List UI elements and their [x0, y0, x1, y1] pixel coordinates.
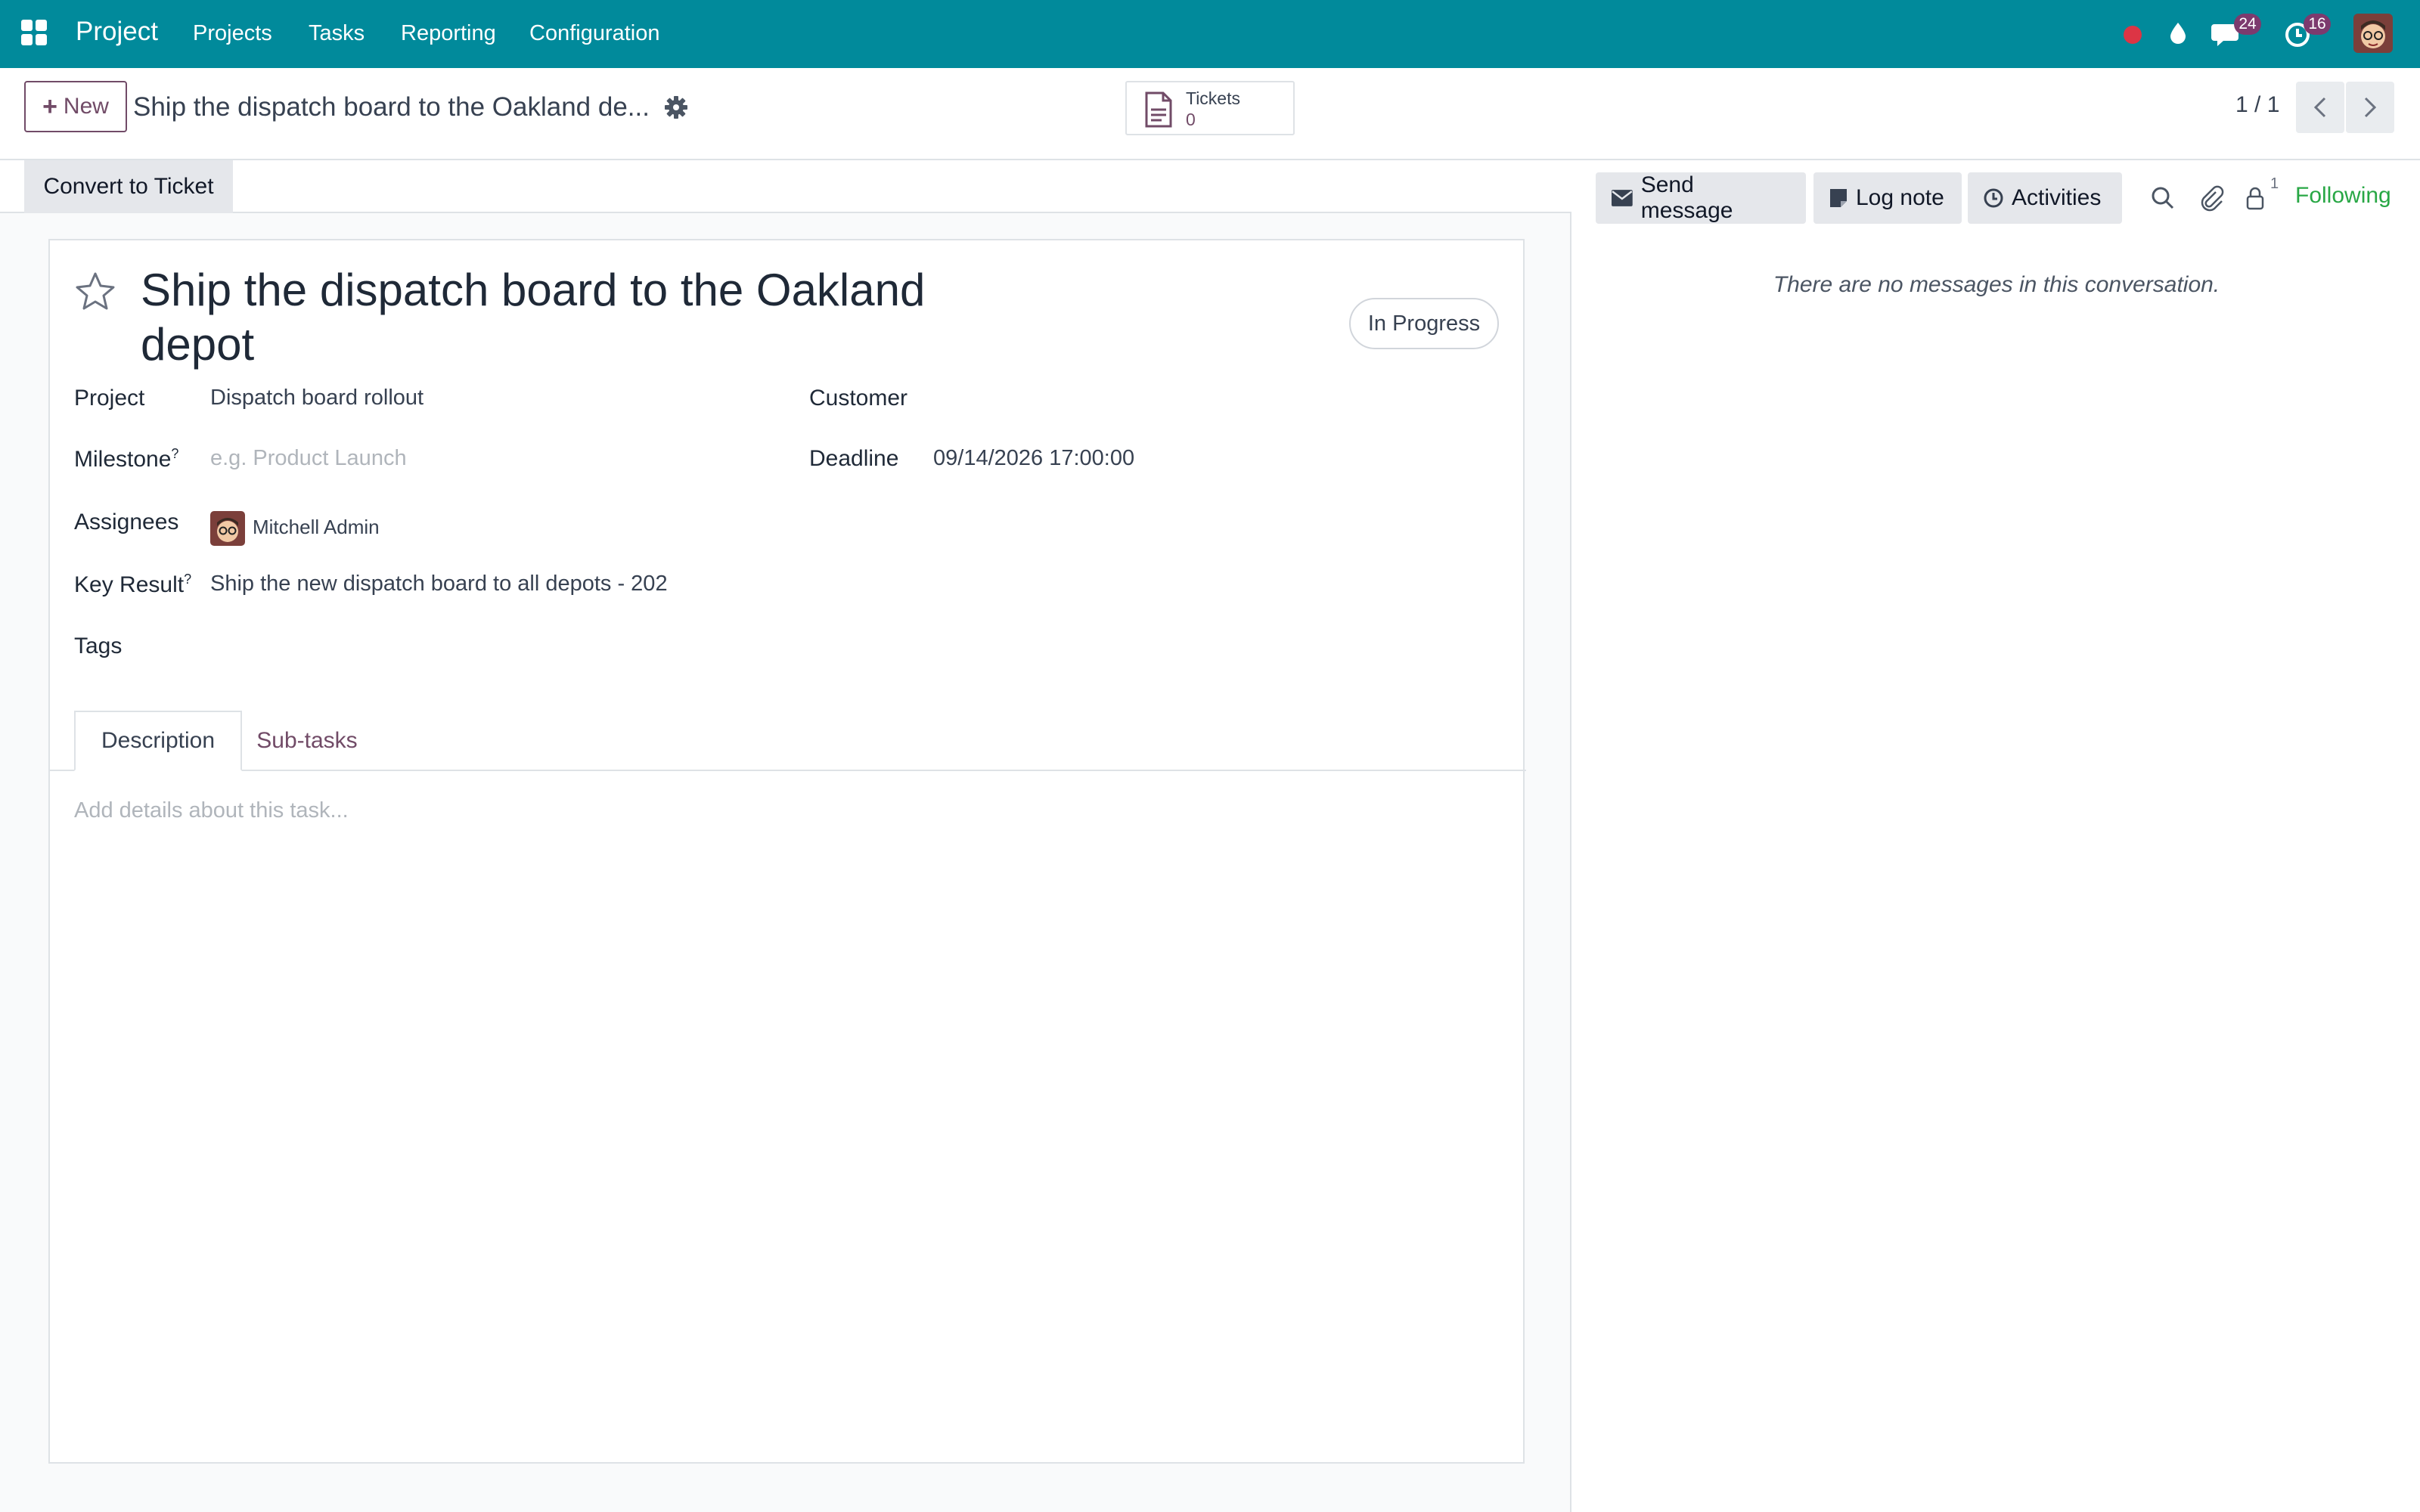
pager-value[interactable]: 1 / 1 — [2235, 92, 2279, 118]
clock-icon — [1984, 188, 2003, 208]
document-icon — [1143, 91, 1174, 132]
top-navbar: Project Projects Tasks Reporting Configu… — [0, 0, 2420, 68]
record-breadcrumb-title: Ship the dispatch board to the Oakland d… — [133, 92, 650, 122]
star-icon[interactable] — [73, 269, 118, 314]
menu-reporting[interactable]: Reporting — [401, 21, 496, 46]
note-icon — [1830, 189, 1847, 207]
messages-badge: 24 — [2234, 14, 2261, 35]
menu-projects[interactable]: Projects — [193, 21, 272, 46]
notebook-tabs: Description Sub-tasks — [50, 711, 1526, 771]
deadline-label: Deadline — [809, 446, 899, 471]
tickets-stat-value: 0 — [1186, 110, 1196, 129]
deadline-field[interactable]: 09/14/2026 17:00:00 — [933, 446, 1134, 471]
log-note-button[interactable]: Log note — [1813, 172, 1962, 224]
form-view: Convert to Ticket Ship the dispatch boar… — [0, 160, 1571, 1512]
convert-to-ticket-button[interactable]: Convert to Ticket — [24, 160, 233, 213]
send-message-label: Send message — [1640, 172, 1733, 223]
tickets-stat-label: Tickets — [1186, 88, 1240, 108]
follower-count: 1 — [2270, 175, 2279, 192]
follower-lock-icon[interactable] — [2242, 184, 2269, 212]
app-brand[interactable]: Project — [76, 17, 158, 47]
assignees-label: Assignees — [74, 510, 179, 534]
new-button-label: New — [63, 94, 109, 119]
new-button[interactable]: + New — [24, 81, 127, 132]
menu-tasks[interactable]: Tasks — [309, 21, 365, 46]
activities-badge: 16 — [2304, 14, 2331, 35]
project-field[interactable]: Dispatch board rollout — [210, 386, 424, 411]
milestone-input[interactable]: e.g. Product Launch — [210, 446, 407, 471]
chatter-panel: Send message Log note Activities 1 Follo… — [1573, 160, 2420, 1512]
chevron-right-icon — [2364, 97, 2377, 118]
task-title[interactable]: Ship the dispatch board to the Oakland d… — [141, 263, 973, 372]
key-result-field[interactable]: Ship the new dispatch board to all depot… — [210, 572, 668, 596]
gear-icon[interactable] — [664, 95, 688, 119]
envelope-icon — [1611, 190, 1633, 206]
assignee-avatar — [210, 511, 245, 546]
chevron-left-icon — [2313, 97, 2326, 118]
form-sheet: Ship the dispatch board to the Oakland d… — [48, 239, 1526, 1464]
tags-label: Tags — [74, 634, 123, 658]
assignee-name[interactable]: Mitchell Admin — [253, 516, 380, 539]
help-tooltip-marker[interactable]: ? — [171, 446, 178, 461]
pager-next-button[interactable] — [2346, 82, 2394, 133]
log-note-label: Log note — [1856, 185, 1944, 210]
control-panel: + New Ship the dispatch board to the Oak… — [0, 68, 2420, 160]
empty-conversation-message: There are no messages in this conversati… — [1773, 272, 2220, 297]
tab-description[interactable]: Description — [74, 711, 242, 771]
project-label: Project — [74, 386, 145, 411]
tab-sub-tasks[interactable]: Sub-tasks — [247, 711, 368, 771]
tags-input[interactable] — [210, 634, 815, 661]
activities-button[interactable]: Activities — [1968, 172, 2122, 224]
customer-label: Customer — [809, 386, 908, 411]
milestone-label: Milestone? — [74, 446, 179, 472]
menu-configuration[interactable]: Configuration — [529, 21, 660, 46]
plus-icon: + — [42, 91, 57, 121]
help-tooltip-marker[interactable]: ? — [184, 572, 191, 587]
activities-label: Activities — [2012, 185, 2102, 210]
pager-previous-button[interactable] — [2296, 82, 2344, 133]
key-result-label: Key Result? — [74, 572, 192, 597]
send-message-button[interactable]: Send message — [1596, 172, 1806, 224]
customer-input[interactable] — [933, 386, 1463, 413]
apps-menu-icon[interactable] — [21, 20, 48, 47]
form-statusbar: Convert to Ticket — [0, 160, 1571, 213]
record-indicator-icon[interactable] — [2118, 18, 2148, 48]
search-icon[interactable] — [2149, 184, 2176, 212]
description-editor[interactable]: Add details about this task... — [74, 798, 349, 823]
drop-icon[interactable] — [2163, 18, 2193, 48]
task-state-badge[interactable]: In Progress — [1349, 298, 1499, 349]
paperclip-icon[interactable] — [2198, 184, 2225, 212]
tickets-stat-button[interactable]: Tickets 0 — [1125, 81, 1295, 135]
user-avatar[interactable] — [2353, 14, 2393, 53]
following-button[interactable]: Following — [2295, 183, 2391, 209]
